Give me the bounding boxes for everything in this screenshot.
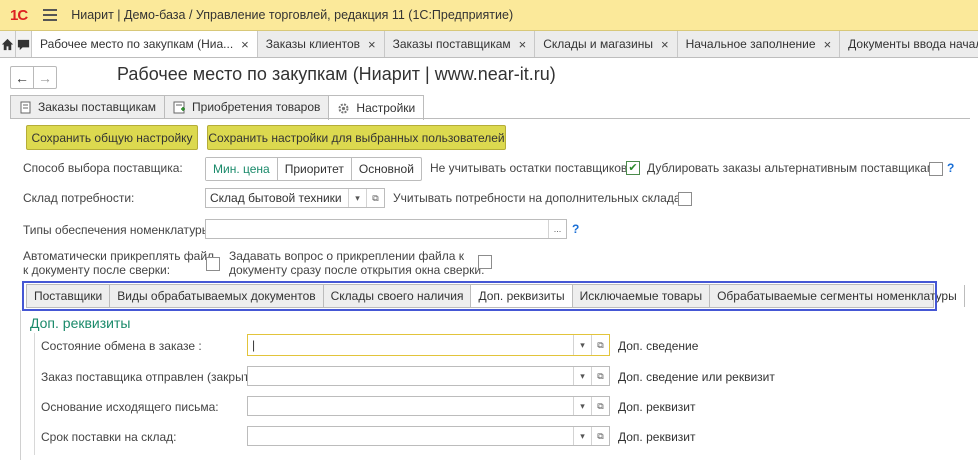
field-value: | [252, 338, 256, 352]
demand-warehouse-field[interactable]: Склад бытовой техники ▾ ⧉ [205, 188, 385, 208]
chevron-down-icon[interactable]: ▾ [573, 335, 591, 355]
open-icon[interactable]: ⧉ [366, 189, 384, 207]
ignore-supplier-stock-label: Не учитывать остатки поставщиков: [430, 161, 631, 175]
open-tab-label: Склады и магазины [543, 37, 653, 51]
chevron-down-icon[interactable]: ▾ [573, 397, 591, 415]
field-value: Склад бытовой техники [210, 191, 342, 205]
supplier-choice-switch: Мин. цена Приоритет Основной [205, 157, 422, 181]
tab-settings[interactable]: Настройки [328, 95, 425, 120]
tab-label: Приобретения товаров [192, 100, 321, 114]
chevron-down-icon[interactable]: ▾ [348, 189, 366, 207]
ask-attach-label-line: документу сразу после открытия окна свер… [229, 263, 485, 277]
order-sent-field[interactable]: ▾ ⧉ [247, 366, 610, 386]
open-icon[interactable]: ⧉ [591, 397, 609, 415]
open-tab-label: Документы ввода начальных [848, 37, 978, 51]
auto-attach-label-line: к документу после сверки: [23, 263, 171, 277]
tab-divider [10, 118, 970, 119]
close-icon[interactable]: × [519, 37, 527, 52]
order-sent-label: Заказ поставщика отправлен (закрыт): [41, 370, 257, 384]
close-icon[interactable]: × [241, 37, 249, 52]
help-icon[interactable]: ? [947, 161, 954, 175]
ask-attach-checkbox[interactable] [478, 255, 492, 269]
form-title: Рабочее место по закупкам (Ниарит | www.… [117, 64, 556, 84]
outgoing-letter-basis-label: Основание исходящего письма: [41, 400, 219, 414]
document-icon [19, 101, 32, 114]
home-icon[interactable] [0, 31, 16, 57]
history-nav: ← → [10, 66, 57, 89]
tab-supplier-orders[interactable]: Заказы поставщикам [10, 95, 166, 118]
open-tab-warehouses[interactable]: Склады и магазины × [535, 31, 678, 57]
group-divider [34, 333, 35, 455]
open-tab-supplier-orders[interactable]: Заказы поставщикам × [384, 31, 536, 57]
option-priority[interactable]: Приоритет [276, 158, 351, 180]
select-dots-icon[interactable]: ... [548, 220, 566, 238]
help-icon[interactable]: ? [572, 222, 579, 236]
receipt-icon [173, 101, 186, 114]
extra-warehouses-checkbox[interactable] [678, 192, 692, 206]
ignore-supplier-stock-checkbox[interactable]: ✔ [626, 161, 640, 175]
gear-icon [337, 102, 350, 115]
app-logo: 1С [10, 6, 28, 24]
outgoing-letter-basis-field[interactable]: ▾ ⧉ [247, 396, 610, 416]
duplicate-orders-label: Дублировать заказы альтернативным постав… [647, 161, 939, 175]
open-tab-purchase-workplace[interactable]: Рабочее место по закупкам (Ниа... × [32, 31, 258, 57]
tab-label: Настройки [356, 101, 416, 115]
delivery-term-label: Срок поставки на склад: [41, 430, 177, 444]
tab-purchases[interactable]: Приобретения товаров [164, 95, 330, 118]
auto-attach-label-line: Автоматически прикреплять файл [23, 249, 215, 263]
order-sent-hint: Доп. сведение или реквизит [618, 370, 775, 384]
save-common-settings-button[interactable]: Сохранить общую настройку [26, 125, 198, 150]
supplier-choice-label: Способ выбора поставщика: [23, 161, 183, 175]
chevron-down-icon[interactable]: ▾ [573, 427, 591, 445]
auto-attach-label: Автоматически прикреплять файл к докумен… [23, 249, 214, 277]
ask-attach-label-line: Задавать вопрос о прикреплении файла к [229, 249, 464, 263]
back-button[interactable]: ← [11, 67, 33, 88]
open-icon[interactable]: ⧉ [591, 335, 609, 355]
forward-button[interactable]: → [33, 67, 56, 88]
save-user-settings-button[interactable]: Сохранить настройки для выбранных пользо… [207, 125, 506, 150]
extra-warehouses-label: Учитывать потребности на дополнительных … [393, 191, 690, 205]
open-tab-label: Заказы клиентов [265, 37, 361, 51]
messages-icon[interactable] [16, 31, 32, 57]
demand-warehouse-label: Склад потребности: [23, 191, 135, 205]
tab-label: Заказы поставщикам [38, 100, 157, 114]
open-tab-label: Начальное заполнение [685, 37, 816, 51]
open-tab-initial-fill[interactable]: Начальное заполнение × [677, 31, 841, 57]
open-windows-bar: Рабочее место по закупкам (Ниа... × Заказ… [0, 31, 978, 58]
tabs-highlight-frame [22, 281, 937, 311]
open-icon[interactable]: ⧉ [591, 427, 609, 445]
exchange-state-field[interactable]: | ▾ ⧉ [247, 334, 610, 356]
open-tab-customer-orders[interactable]: Заказы клиентов × [257, 31, 385, 57]
option-min-price[interactable]: Мин. цена [206, 158, 277, 180]
close-icon[interactable]: × [368, 37, 376, 52]
title-bar: 1С Ниарит | Демо-база / Управление торго… [0, 0, 978, 31]
close-icon[interactable]: × [824, 37, 832, 52]
ask-attach-label: Задавать вопрос о прикреплении файла к д… [229, 249, 484, 277]
auto-attach-checkbox[interactable] [206, 257, 220, 271]
exchange-state-hint: Доп. сведение [618, 339, 699, 353]
main-menu-icon[interactable] [43, 9, 58, 21]
close-icon[interactable]: × [661, 37, 669, 52]
open-tab-label: Рабочее место по закупкам (Ниа... [40, 37, 234, 51]
delivery-term-field[interactable]: ▾ ⧉ [247, 426, 610, 446]
supply-types-label: Типы обеспечения номенклатуры: [23, 223, 214, 237]
panel-border [20, 310, 21, 460]
exchange-state-label: Состояние обмена в заказе : [41, 339, 202, 353]
duplicate-orders-checkbox[interactable] [929, 162, 943, 176]
outgoing-letter-basis-hint: Доп. реквизит [618, 400, 696, 414]
option-main[interactable]: Основной [350, 158, 421, 180]
chevron-down-icon[interactable]: ▾ [573, 367, 591, 385]
extra-props-header: Доп. реквизиты [30, 315, 131, 331]
window-title: Ниарит | Демо-база / Управление торговле… [71, 8, 514, 22]
form-tabs: Заказы поставщикам Приобретения товаров … [10, 95, 425, 120]
delivery-term-hint: Доп. реквизит [618, 430, 696, 444]
open-tab-label: Заказы поставщикам [392, 37, 511, 51]
supply-types-field[interactable]: ... [205, 219, 567, 239]
open-tab-initial-docs[interactable]: Документы ввода начальных [840, 31, 978, 57]
open-icon[interactable]: ⧉ [591, 367, 609, 385]
